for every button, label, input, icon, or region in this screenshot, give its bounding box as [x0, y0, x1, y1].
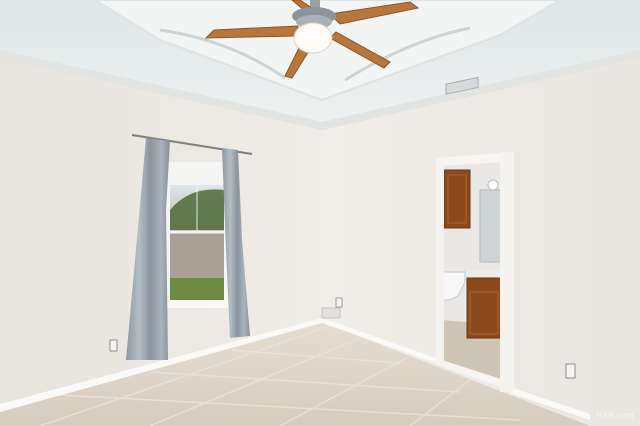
bathroom-doorway: [436, 152, 514, 392]
bedroom-photo: HAR.com: [0, 0, 640, 426]
window: [166, 162, 232, 308]
floor-vent: [321, 307, 341, 319]
vanity-light: [487, 179, 499, 191]
bathroom-mirror: [479, 189, 503, 263]
watermark: HAR.com: [596, 411, 634, 420]
wall-outlet-center: [335, 297, 343, 308]
wall-outlet-right: [565, 363, 576, 379]
wall-outlet-left: [109, 339, 118, 352]
bathroom-vanity-cabinet: [466, 277, 502, 339]
vanity-countertop: [466, 270, 502, 278]
room-illustration: [0, 0, 640, 426]
